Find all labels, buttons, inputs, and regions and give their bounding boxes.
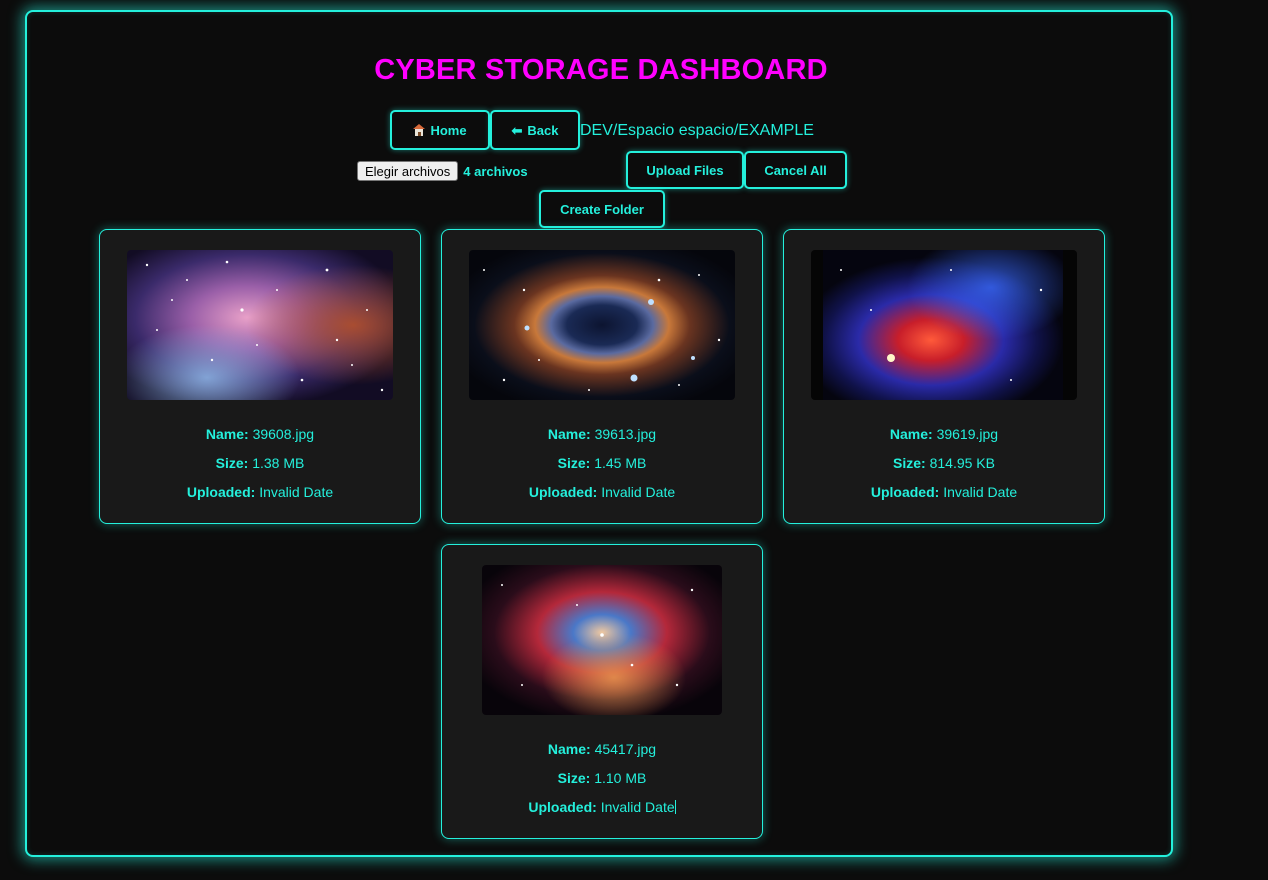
file-name-label: Name:	[205, 426, 249, 442]
file-card[interactable]: Name: 39608.jpg Size: 1.38 MB Uploaded: …	[99, 229, 421, 524]
file-size-row: Size: 1.38 MB	[100, 455, 420, 471]
file-size-label: Size:	[557, 455, 591, 471]
file-card[interactable]: Name: 39613.jpg Size: 1.45 MB Uploaded: …	[441, 229, 763, 524]
file-name-row: Name: 39619.jpg	[784, 426, 1104, 442]
dashboard-panel: CYBER STORAGE DASHBOARD Home ⬅ Back DEV/…	[25, 10, 1173, 857]
file-size-label: Size:	[893, 455, 926, 471]
upload-files-label: Upload Files	[646, 162, 724, 178]
file-uploaded-label: Uploaded:	[528, 484, 598, 500]
file-name-row: Name: 39608.jpg	[100, 426, 420, 442]
file-name-label: Name:	[889, 426, 933, 442]
file-size-row: Size: 1.45 MB	[442, 455, 762, 471]
cancel-all-button[interactable]: Cancel All	[744, 151, 847, 189]
file-name-value: 39608.jpg	[252, 426, 315, 442]
create-folder-button[interactable]: Create Folder	[539, 190, 665, 228]
file-name-row: Name: 39613.jpg	[442, 426, 762, 442]
arrow-left-icon: ⬅	[511, 122, 523, 138]
file-size-value: 1.38 MB	[252, 455, 305, 471]
back-button-label: Back	[527, 122, 559, 138]
choose-files-button[interactable]: Elegir archivos	[357, 161, 459, 181]
file-size-row: Size: 814.95 KB	[784, 455, 1104, 471]
file-uploaded-value: Invalid Date	[600, 799, 675, 815]
file-uploaded-value: Invalid Date	[943, 484, 1018, 500]
file-name-label: Name:	[547, 426, 591, 442]
file-name-value: 45417.jpg	[594, 741, 657, 757]
file-uploaded-row: Uploaded: Invalid Date	[442, 799, 762, 815]
file-name-value: 39613.jpg	[594, 426, 657, 442]
file-size-value: 814.95 KB	[929, 455, 995, 471]
file-size-value: 1.10 MB	[594, 770, 647, 786]
selected-file-count: 4 archivos	[463, 163, 528, 179]
create-folder-label: Create Folder	[560, 201, 644, 217]
file-uploaded-row: Uploaded: Invalid Date	[100, 484, 420, 500]
file-uploaded-row: Uploaded: Invalid Date	[784, 484, 1104, 500]
back-button[interactable]: ⬅ Back	[490, 110, 580, 150]
file-uploaded-label: Uploaded:	[186, 484, 256, 500]
file-uploaded-label: Uploaded:	[528, 799, 597, 815]
breadcrumb-path: DEV/Espacio espacio/EXAMPLE	[580, 122, 814, 139]
upload-files-button[interactable]: Upload Files	[626, 151, 744, 189]
file-thumbnail-image	[127, 250, 393, 400]
file-name-row: Name: 45417.jpg	[442, 741, 762, 757]
file-card[interactable]: Name: 39619.jpg Size: 814.95 KB Uploaded…	[783, 229, 1105, 524]
file-uploaded-row: Uploaded: Invalid Date	[442, 484, 762, 500]
text-cursor	[674, 800, 676, 814]
file-uploaded-value: Invalid Date	[601, 484, 676, 500]
file-size-row: Size: 1.10 MB	[442, 770, 762, 786]
file-size-label: Size:	[215, 455, 249, 471]
house-icon	[413, 124, 426, 136]
file-name-label: Name:	[547, 741, 591, 757]
file-thumbnail-image	[482, 565, 722, 715]
file-size-label: Size:	[557, 770, 591, 786]
cancel-all-label: Cancel All	[764, 162, 827, 178]
page-title: CYBER STORAGE DASHBOARD	[374, 54, 828, 86]
file-name-value: 39619.jpg	[936, 426, 999, 442]
file-uploaded-label: Uploaded:	[870, 484, 940, 500]
home-button-label: Home	[430, 122, 467, 138]
file-uploaded-value: Invalid Date	[259, 484, 334, 500]
file-thumbnail-image	[469, 250, 735, 400]
file-picker: Elegir archivos 4 archivos	[357, 161, 528, 181]
file-card[interactable]: Name: 45417.jpg Size: 1.10 MB Uploaded: …	[441, 544, 763, 839]
file-thumbnail-image	[811, 250, 1077, 400]
home-button[interactable]: Home	[390, 110, 490, 150]
file-size-value: 1.45 MB	[594, 455, 647, 471]
